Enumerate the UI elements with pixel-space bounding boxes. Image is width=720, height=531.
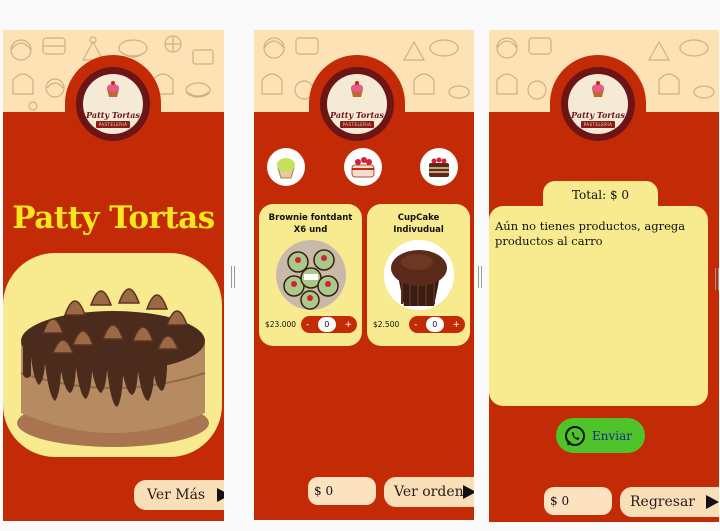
green-cupcake-icon	[277, 158, 295, 179]
ver-mas-label: Ver Más	[147, 487, 206, 503]
brand-logo[interactable]: Patty Tortas PASTELERIA	[320, 67, 394, 141]
logo-frame: Patty Tortas PASTELERIA	[65, 55, 161, 165]
app-stage: Patty Tortas PASTELERIA Patty Tortas Ver…	[0, 0, 720, 531]
enviar-label: Enviar	[592, 428, 632, 443]
ver-orden-label: Ver orden	[394, 484, 464, 500]
category-cakes-button[interactable]	[344, 148, 382, 186]
decrement-button[interactable]: -	[306, 320, 309, 330]
cart-screen: Patty Tortas PASTELERIA Total: $ 0 Aún n…	[489, 30, 719, 522]
brand-logo[interactable]: Patty Tortas PASTELERIA	[561, 67, 635, 141]
decrement-button[interactable]: -	[414, 320, 417, 330]
quantity-stepper: - 0 +	[409, 316, 465, 333]
increment-button[interactable]: +	[344, 320, 352, 330]
layer-cake-icon	[429, 157, 449, 177]
resize-handle[interactable]	[715, 268, 719, 290]
logo-ribbon: PASTELERIA	[580, 121, 616, 128]
regresar-button[interactable]: Regresar	[620, 487, 719, 517]
logo-badge: Patty Tortas PASTELERIA	[568, 74, 628, 134]
strawberry-cake-icon	[351, 157, 375, 178]
logo-ribbon: PASTELERIA	[95, 121, 131, 128]
product-card[interactable]: Brownie fontdant X6 und $23.000 - 0 +	[259, 204, 362, 346]
cart-total: $ 0	[544, 487, 612, 515]
logo-name: Patty Tortas	[571, 110, 625, 120]
cupcake-product-image	[383, 240, 454, 310]
brownie-product-image	[275, 240, 346, 310]
logo-badge: Patty Tortas PASTELERIA	[83, 74, 143, 134]
product-price: $23.000	[265, 320, 297, 329]
product-price: $2.500	[373, 320, 400, 329]
chocolate-cupcake-photo	[383, 240, 454, 310]
quantity-value[interactable]: 0	[425, 317, 444, 332]
quantity-value[interactable]: 0	[317, 317, 336, 332]
cart-total-label: Total: $ 0	[543, 181, 658, 209]
chocolate-cake-illustration	[17, 288, 209, 447]
resize-handle[interactable]	[231, 266, 235, 288]
cupcake-logo-icon	[107, 81, 119, 97]
increment-button[interactable]: +	[452, 320, 460, 330]
empty-cart-message: Aún no tienes productos, agrega producto…	[495, 219, 686, 248]
ver-mas-button[interactable]: Ver Más	[134, 480, 224, 510]
product-card[interactable]: CupCake Indivudual $2.500 - 0 +	[367, 204, 470, 346]
cart-list: Aún no tienes productos, agrega producto…	[489, 206, 708, 406]
logo-name: Patty Tortas	[330, 110, 384, 120]
brand-logo[interactable]: Patty Tortas PASTELERIA	[76, 67, 150, 141]
cupcake-logo-icon	[351, 81, 363, 97]
arrow-right-icon	[463, 485, 474, 499]
resize-handle[interactable]	[478, 266, 482, 288]
logo-ribbon: PASTELERIA	[339, 121, 375, 128]
hero-title: Patty Tortas	[12, 200, 215, 236]
product-name: CupCake Indivudual	[393, 213, 444, 235]
featured-cake-image	[3, 253, 222, 457]
arrow-right-icon	[706, 495, 719, 509]
whatsapp-icon	[565, 425, 585, 446]
cupcake-logo-icon	[592, 81, 604, 97]
home-screen: Patty Tortas PASTELERIA Patty Tortas Ver…	[3, 30, 224, 521]
quantity-stepper: - 0 +	[301, 316, 357, 333]
logo-badge: Patty Tortas PASTELERIA	[327, 74, 387, 134]
category-cupcakes-button[interactable]	[267, 148, 305, 186]
product-name: Brownie fontdant X6 und	[268, 213, 353, 235]
brownies-photo	[275, 240, 346, 310]
catalog-screen: Patty Tortas PASTELERIA Brownie fontdant…	[254, 30, 474, 520]
ver-orden-button[interactable]: Ver orden	[384, 477, 474, 507]
regresar-label: Regresar	[630, 494, 695, 510]
arrow-right-icon	[217, 488, 224, 502]
category-layer-cakes-button[interactable]	[420, 148, 458, 186]
enviar-whatsapp-button[interactable]: Enviar	[556, 418, 645, 453]
logo-name: Patty Tortas	[86, 110, 140, 120]
logo-frame: Patty Tortas PASTELERIA	[550, 55, 646, 165]
order-total: $ 0	[308, 477, 376, 505]
